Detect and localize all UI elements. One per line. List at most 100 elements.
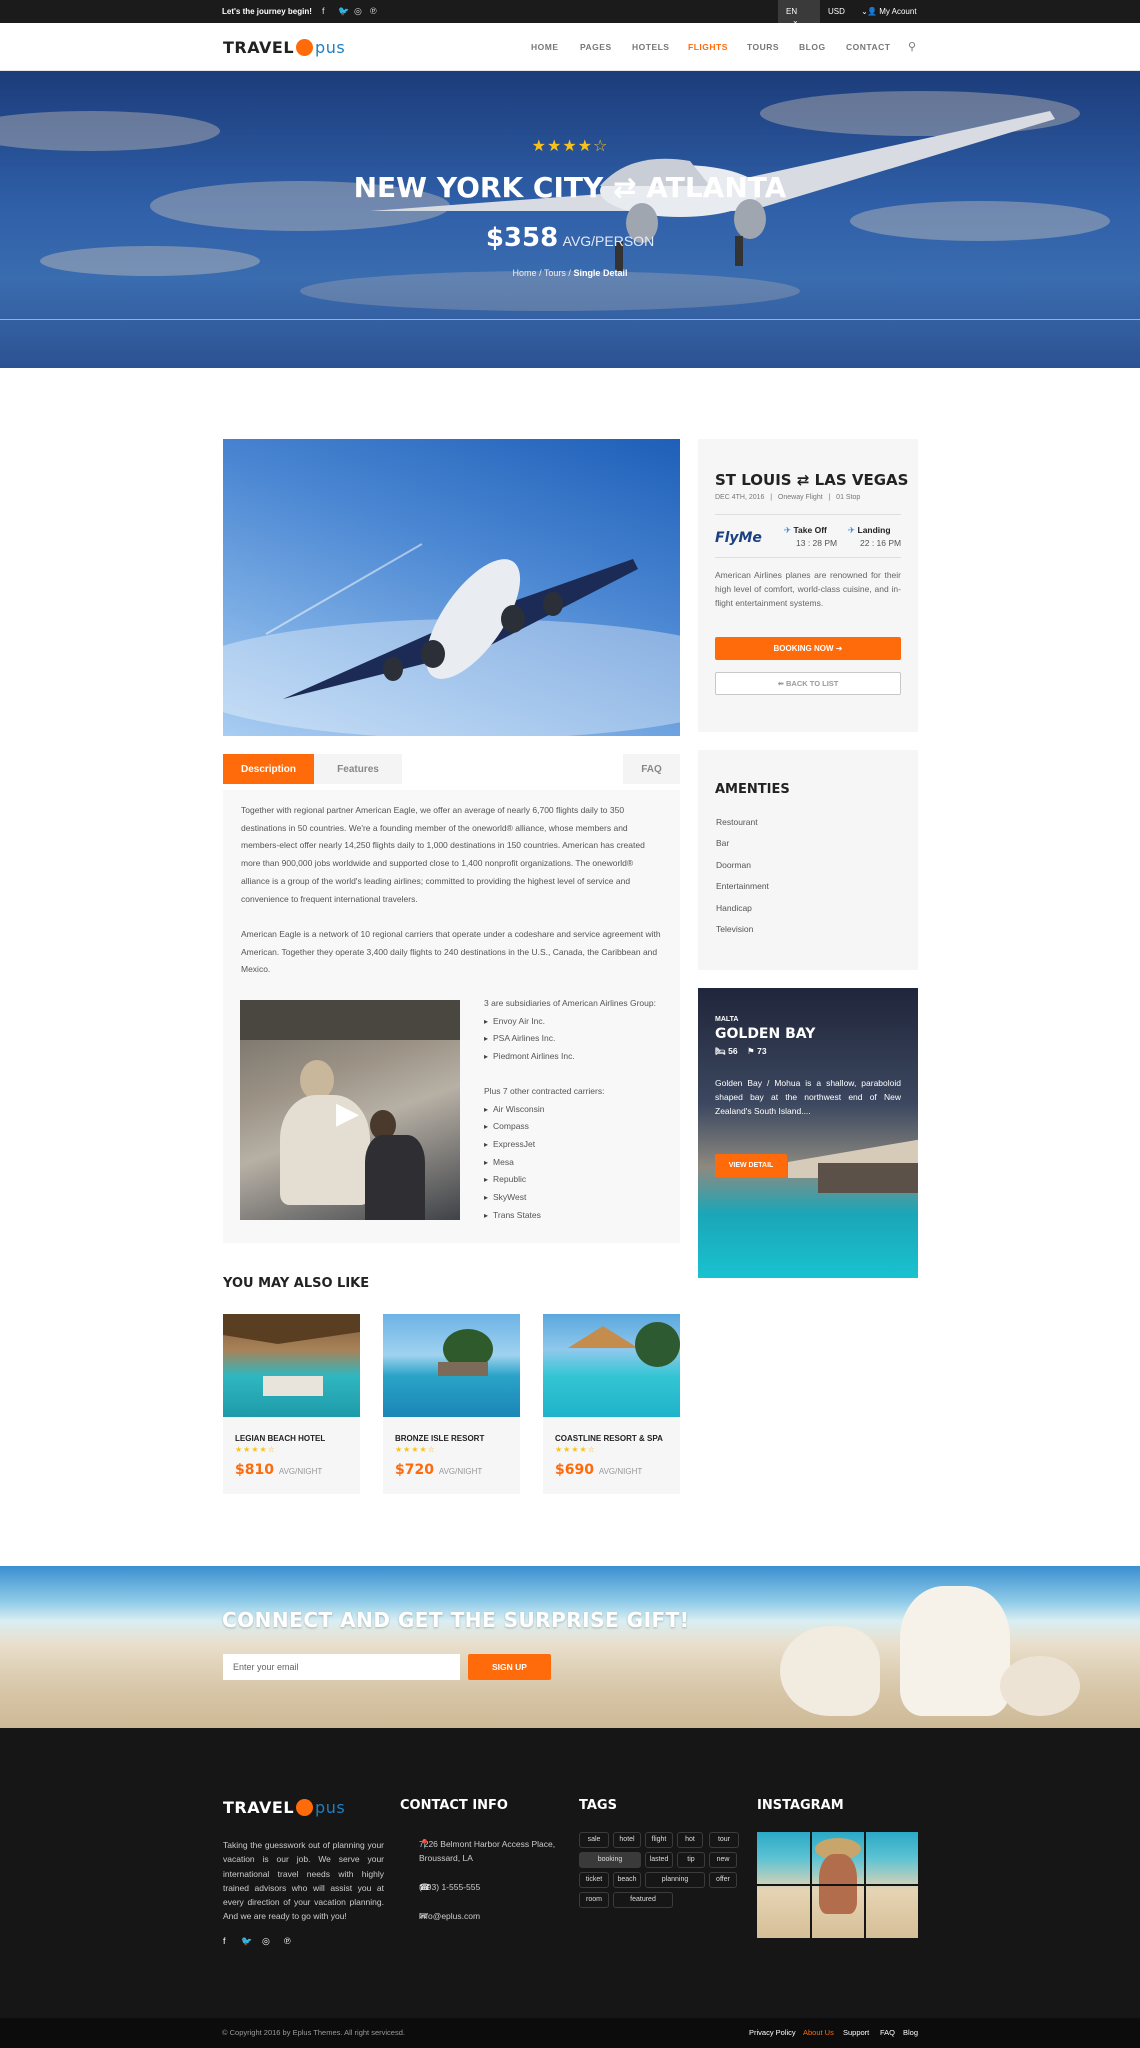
breadcrumb-home[interactable]: Home [513, 268, 537, 278]
nav-blog[interactable]: BLOG [799, 42, 826, 52]
rating-stars: ★★★★☆ [555, 1445, 596, 1454]
tag-item[interactable]: hotel [613, 1832, 641, 1848]
nav-contact[interactable]: CONTACT [846, 42, 890, 52]
rating-stars: ★★★★☆ [235, 1445, 276, 1454]
nav-flights[interactable]: FLIGHTS [688, 42, 728, 52]
twitter-icon[interactable]: 🐦 [338, 6, 349, 17]
description-paragraph-2: American Eagle is a network of 10 region… [241, 929, 661, 975]
hotel-price: $720 AVG/NIGHT [395, 1462, 483, 1478]
view-detail-button[interactable]: VIEW DETAIL [715, 1154, 787, 1177]
pinterest-icon[interactable]: ℗ [284, 1936, 291, 1946]
footer: TRAVEL pus Taking the guesswork out of pl… [0, 1728, 1140, 2018]
newsletter-banner: CONNECT AND GET THE SURPRISE GIFT! Enter… [0, 1566, 1140, 1728]
contact-address: 📍 7226 Belmont Harbor Access Place, Brous… [400, 1837, 570, 1865]
instagram-icon[interactable]: ◎ [354, 6, 362, 17]
tags-title: TAGS [579, 1798, 617, 1813]
promo-title: GOLDEN BAY [715, 1026, 816, 1042]
list-item: SkyWest [484, 1189, 604, 1207]
contact-title: CONTACT INFO [400, 1798, 508, 1813]
about-us-link[interactable]: About Us [803, 2028, 834, 2037]
breadcrumb-current: Single Detail [573, 268, 628, 278]
logo[interactable]: TRAVEL pus [223, 38, 345, 57]
sign-up-button[interactable]: SIGN UP [468, 1654, 551, 1680]
footer-logo[interactable]: TRAVEL pus [223, 1798, 345, 1817]
tag-item[interactable]: lasted [645, 1852, 673, 1868]
breadcrumb: Home / Tours / Single Detail [512, 268, 628, 278]
facebook-icon[interactable]: f [223, 1936, 226, 1946]
tag-item[interactable]: hot [677, 1832, 703, 1848]
nav-home[interactable]: HOME [531, 42, 559, 52]
landing-time: 22 : 16 PM [860, 538, 902, 548]
tag-item[interactable]: booking [579, 1852, 641, 1868]
tab-faq[interactable]: FAQ [623, 754, 680, 784]
hotel-image [543, 1314, 680, 1417]
twitter-icon[interactable]: 🐦 [241, 1936, 252, 1947]
tab-features[interactable]: Features [314, 754, 402, 784]
list-item: ExpressJet [484, 1136, 604, 1154]
tag-item[interactable]: tip [677, 1852, 705, 1868]
hotel-price: $810 AVG/NIGHT [235, 1462, 323, 1478]
nav-tours[interactable]: TOURS [747, 42, 779, 52]
tag-item[interactable]: sale [579, 1832, 609, 1848]
takeoff-label: ✈ Take Off [784, 525, 827, 535]
pinterest-icon[interactable]: ℗ [370, 6, 377, 16]
related-card[interactable]: LEGIAN BEACH HOTEL ★★★★☆ $810 AVG/NIGHT [223, 1314, 360, 1494]
hotel-name: COASTLINE RESORT & SPA [555, 1434, 663, 1443]
related-card[interactable]: BRONZE ISLE RESORT ★★★★☆ $720 AVG/NIGHT [383, 1314, 520, 1494]
video-thumbnail[interactable]: ▶ [240, 1000, 460, 1220]
tag-item[interactable]: planning [645, 1872, 705, 1888]
amenity-item: Television [716, 924, 754, 934]
tag-item[interactable]: offer [709, 1872, 737, 1888]
tag-item[interactable]: flight [645, 1832, 673, 1848]
related-card[interactable]: COASTLINE RESORT & SPA ★★★★☆ $690 AVG/NI… [543, 1314, 680, 1494]
support-link[interactable]: Support [843, 2028, 869, 2037]
instagram-icon[interactable]: ◎ [262, 1936, 270, 1947]
back-to-list-button[interactable]: ⬅ BACK TO LIST [715, 672, 901, 695]
tagline: Let's the journey begin! [222, 7, 312, 16]
instagram-grid[interactable] [757, 1832, 918, 1938]
email-input[interactable]: Enter your email [223, 1654, 460, 1680]
hotel-price: $690 AVG/NIGHT [555, 1462, 643, 1478]
flight-meta: DEC 4TH, 2016 | Oneway Flight | 01 Stop [715, 494, 861, 501]
tag-item[interactable]: room [579, 1892, 609, 1908]
flight-route: ST LOUIS ⇄ LAS VEGAS [715, 471, 909, 489]
flight-info-panel: ST LOUIS ⇄ LAS VEGAS DEC 4TH, 2016 | One… [698, 439, 918, 732]
hero-price: $358 AVG/PERSON [485, 223, 655, 253]
tab-description[interactable]: Description [223, 754, 314, 784]
rating-stars: ★★★★☆ [395, 1445, 436, 1454]
my-account-link[interactable]: 👤 My Acount [867, 7, 917, 16]
logo-dot-icon [296, 1799, 314, 1816]
hero-banner: ★★★★☆ NEW YORK CITY ⇄ ATLANTA $358 AVG/P… [0, 71, 1140, 368]
language-select[interactable]: EN ⌄ [778, 0, 820, 25]
tag-item[interactable]: ticket [579, 1872, 609, 1888]
list-item: Air Wisconsin [484, 1101, 604, 1119]
phone-icon: ☎ [419, 1882, 431, 1892]
tag-item[interactable]: featured [613, 1892, 673, 1908]
tag-item[interactable]: tour [709, 1832, 739, 1848]
bottom-bar: © Copyright 2016 by Eplus Themes. All ri… [0, 2018, 1140, 2048]
booking-now-button[interactable]: BOOKING NOW ➜ [715, 637, 901, 660]
tag-item[interactable]: beach [613, 1872, 641, 1888]
nav-pages[interactable]: PAGES [580, 42, 612, 52]
airline-logo: FlyMe [715, 530, 762, 546]
plane-takeoff-icon: ✈ [784, 525, 792, 535]
amenities-panel: AMENTIES Restourant Bar Doorman Entertai… [698, 750, 918, 970]
currency-select[interactable]: USD ⌄ [828, 7, 868, 16]
swap-arrows-icon: ⇄ [613, 171, 637, 204]
tag-item[interactable]: new [709, 1852, 737, 1868]
bed-icon: 🛏 [715, 1046, 726, 1056]
newsletter-title: CONNECT AND GET THE SURPRISE GIFT! [222, 1608, 690, 1632]
amenities-title: AMENTIES [715, 782, 790, 797]
facebook-icon[interactable]: f [322, 6, 325, 16]
contact-email[interactable]: ✉ info@eplus.com [400, 1909, 480, 1923]
faq-link[interactable]: FAQ [880, 2028, 895, 2037]
plane-landing-icon: ✈ [848, 525, 856, 535]
amenity-item: Entertainment [716, 881, 769, 891]
privacy-policy-link[interactable]: Privacy Policy [749, 2028, 796, 2037]
blog-link[interactable]: Blog [903, 2028, 918, 2037]
search-icon[interactable]: ⚲ [908, 40, 917, 53]
play-icon[interactable]: ▶ [336, 1096, 359, 1131]
instagram-title: INSTAGRAM [757, 1798, 844, 1813]
breadcrumb-tours[interactable]: Tours [544, 268, 566, 278]
nav-hotels[interactable]: HOTELS [632, 42, 669, 52]
